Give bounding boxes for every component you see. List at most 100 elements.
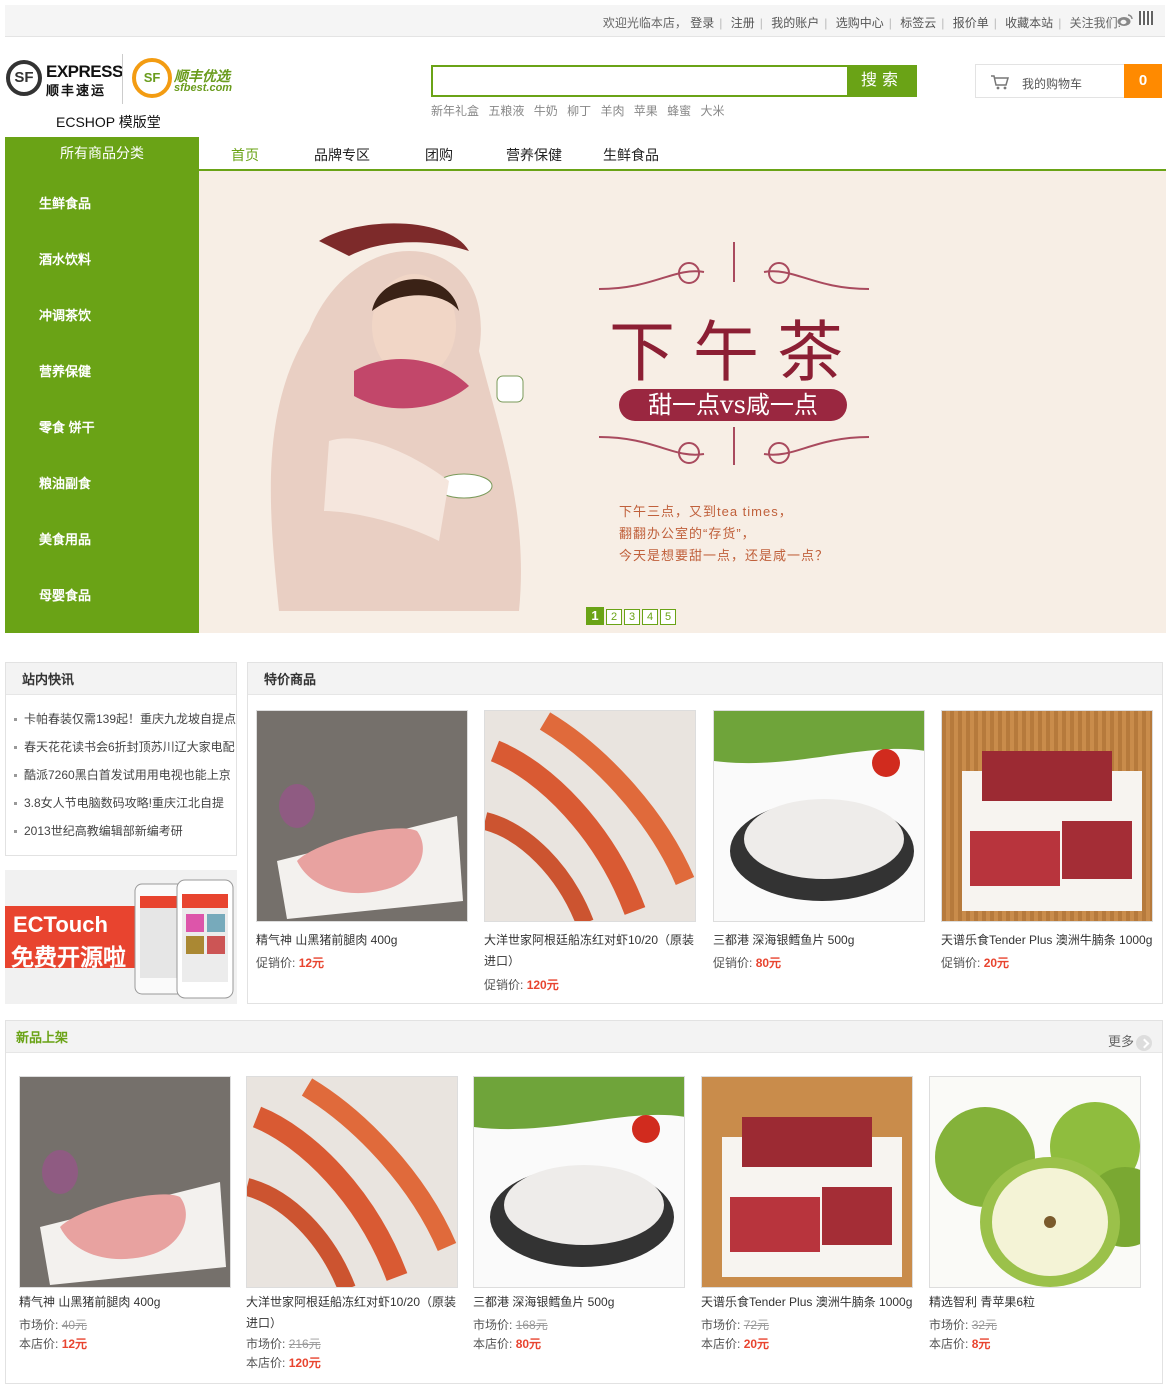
search-bar: 搜索 bbox=[431, 65, 917, 97]
product-name[interactable]: 天谱乐食Tender Plus 澳洲牛腩条 1000g bbox=[941, 930, 1157, 951]
category-item[interactable]: 营养保健 bbox=[39, 361, 91, 380]
nav-brands[interactable]: 品牌专区 bbox=[314, 145, 370, 165]
product-image[interactable] bbox=[941, 710, 1153, 922]
hot-keyword[interactable]: 羊肉 bbox=[600, 104, 624, 118]
shop-price-label: 本店价: bbox=[19, 1337, 59, 1351]
weibo-icon[interactable] bbox=[1117, 13, 1133, 27]
sf-express-cn: 顺丰速运 bbox=[46, 83, 107, 98]
category-item[interactable]: 粮油副食 bbox=[39, 473, 91, 492]
banner-page-5[interactable]: 5 bbox=[660, 609, 676, 625]
site-logo[interactable]: SF EXPRESS 顺丰速运 SF 顺丰优选 sfbest.com ECSHO… bbox=[6, 52, 236, 132]
register-link[interactable]: 注册 bbox=[731, 16, 755, 30]
product-image[interactable] bbox=[19, 1076, 231, 1288]
quote-list-link[interactable]: 报价单 bbox=[953, 16, 989, 30]
product-image[interactable] bbox=[701, 1076, 913, 1288]
product-image[interactable] bbox=[473, 1076, 685, 1288]
cod-image bbox=[474, 1077, 684, 1287]
shop-price: 8元 bbox=[971, 1337, 991, 1351]
shop-price-row: 本店价: 12元 bbox=[19, 1335, 87, 1352]
product-image[interactable] bbox=[484, 710, 696, 922]
news-item[interactable]: 卡帕春装仅需139起！重庆九龙坡自提点 bbox=[14, 705, 236, 733]
promo-price: 12元 bbox=[298, 956, 325, 970]
news-item[interactable]: 酷派7260黑白首发试用用电视也能上京 bbox=[14, 761, 236, 789]
logo-divider bbox=[122, 54, 123, 104]
product-name[interactable]: 精选智利 青苹果6粒 bbox=[929, 1292, 1145, 1313]
hot-keyword[interactable]: 新年礼盒 bbox=[431, 104, 479, 118]
cart-icon bbox=[991, 75, 1009, 90]
top-bar: 欢迎光临本店， 登录 | 注册 | 我的账户 | 选购中心 | 标签云 | 报价单 | 收藏… bbox=[5, 5, 1165, 37]
product-name[interactable]: 精气神 山黑猪前腿肉 400g bbox=[256, 930, 472, 951]
all-categories-tab[interactable]: 所有商品分类 bbox=[5, 137, 199, 171]
hero-banner[interactable]: 下午茶 甜一点vs咸一点 下午三点，又到tea times， 翻翻办公室的“存货… bbox=[199, 171, 1166, 633]
login-link[interactable]: 登录 bbox=[690, 16, 714, 30]
beef-image bbox=[702, 1077, 912, 1287]
bookmark-link[interactable]: 收藏本站 bbox=[1005, 16, 1053, 30]
product-name[interactable]: 大洋世家阿根廷船冻红对虾10/20（原装进口） bbox=[246, 1292, 462, 1334]
product-name[interactable]: 大洋世家阿根廷船冻红对虾10/20（原装进口） bbox=[484, 930, 700, 972]
product-image[interactable] bbox=[713, 710, 925, 922]
product-name[interactable]: 三都港 深海银鳕鱼片 500g bbox=[713, 930, 929, 951]
nav-group-buy[interactable]: 团购 bbox=[425, 145, 453, 165]
nav-fresh-food[interactable]: 生鲜食品 bbox=[603, 145, 659, 165]
product-name[interactable]: 精气神 山黑猪前腿肉 400g bbox=[19, 1292, 235, 1313]
my-account-link[interactable]: 我的账户 bbox=[771, 16, 819, 30]
promo-price-row: 促销价: 20元 bbox=[941, 954, 1009, 971]
shopping-center-link[interactable]: 选购中心 bbox=[836, 16, 884, 30]
hot-keyword[interactable]: 牛奶 bbox=[534, 104, 558, 118]
search-button[interactable]: 搜索 bbox=[847, 65, 917, 97]
shop-price-label: 本店价: bbox=[929, 1337, 969, 1351]
category-item[interactable]: 美食用品 bbox=[39, 529, 91, 548]
category-item[interactable]: 生鲜食品 bbox=[39, 193, 91, 212]
shop-price: 12元 bbox=[61, 1337, 88, 1351]
category-item[interactable]: 冲调茶饮 bbox=[39, 305, 91, 324]
product-image[interactable] bbox=[256, 710, 468, 922]
more-link[interactable]: 更多 bbox=[1108, 1031, 1152, 1051]
banner-subtitle: 甜一点vs咸一点 bbox=[619, 389, 847, 421]
welcome-text: 欢迎光临本店， bbox=[602, 16, 687, 30]
product-name[interactable]: 天谱乐食Tender Plus 澳洲牛腩条 1000g bbox=[701, 1292, 917, 1313]
category-sidebar: 生鲜食品 酒水饮料 冲调茶饮 营养保健 零食 饼干 粮油副食 美食用品 母婴食品 bbox=[5, 171, 199, 633]
more-label: 更多 bbox=[1107, 1034, 1134, 1049]
banner-page-3[interactable]: 3 bbox=[624, 609, 640, 625]
banner-copy-line: 下午三点，又到tea times， bbox=[619, 504, 793, 519]
hot-keyword[interactable]: 五粮液 bbox=[488, 104, 524, 118]
product-name[interactable]: 三都港 深海银鳕鱼片 500g bbox=[473, 1292, 689, 1313]
promo-price-label: 促销价: bbox=[484, 978, 524, 992]
hot-keyword[interactable]: 柳丁 bbox=[567, 104, 591, 118]
cod-image bbox=[714, 711, 924, 921]
hot-keyword[interactable]: 蜂蜜 bbox=[667, 104, 691, 118]
category-item[interactable]: 母婴食品 bbox=[39, 585, 91, 604]
banner-page-2[interactable]: 2 bbox=[606, 609, 622, 625]
cart-button[interactable]: 我的购物车 0 bbox=[975, 64, 1162, 98]
promo-price-row: 促销价: 80元 bbox=[713, 954, 781, 971]
news-item[interactable]: 3.8女人节电脑数码攻略!重庆江北自提 bbox=[14, 789, 236, 817]
beef-image bbox=[942, 711, 1152, 921]
news-item[interactable]: 春天花花读书会6折封顶苏川辽大家电配 bbox=[14, 733, 236, 761]
market-price: 168元 bbox=[515, 1318, 548, 1332]
hot-keyword[interactable]: 苹果 bbox=[634, 104, 658, 118]
banner-page-4[interactable]: 4 bbox=[642, 609, 658, 625]
product-image[interactable] bbox=[929, 1076, 1141, 1288]
promo-price-label: 促销价: bbox=[256, 956, 296, 970]
phones-illustration bbox=[134, 879, 234, 999]
nav-home[interactable]: 首页 bbox=[231, 145, 259, 165]
follow-us-label: 关注我们: bbox=[1069, 16, 1121, 30]
search-input[interactable] bbox=[431, 65, 847, 97]
shop-price-label: 本店价: bbox=[246, 1356, 286, 1370]
qrcode-icon[interactable] bbox=[1139, 11, 1153, 25]
market-price: 216元 bbox=[288, 1337, 321, 1351]
tag-cloud-link[interactable]: 标签云 bbox=[900, 16, 936, 30]
hot-keyword[interactable]: 大米 bbox=[701, 104, 725, 118]
market-price-label: 市场价: bbox=[701, 1318, 741, 1332]
product-image[interactable] bbox=[246, 1076, 458, 1288]
category-item[interactable]: 酒水饮料 bbox=[39, 249, 91, 268]
market-price-row: 市场价: 168元 bbox=[473, 1316, 548, 1333]
nav-nutrition[interactable]: 营养保健 bbox=[506, 145, 562, 165]
news-item[interactable]: 2013世纪高教编辑部新编考研 bbox=[14, 817, 236, 845]
ectouch-ad[interactable]: ECTouch 免费开源啦 bbox=[5, 870, 237, 1004]
banner-page-1[interactable]: 1 bbox=[586, 607, 604, 625]
shop-price: 120元 bbox=[288, 1356, 321, 1370]
shop-price-row: 本店价: 8元 bbox=[929, 1335, 990, 1352]
category-item[interactable]: 零食 饼干 bbox=[39, 417, 95, 436]
pork-image bbox=[257, 711, 467, 921]
